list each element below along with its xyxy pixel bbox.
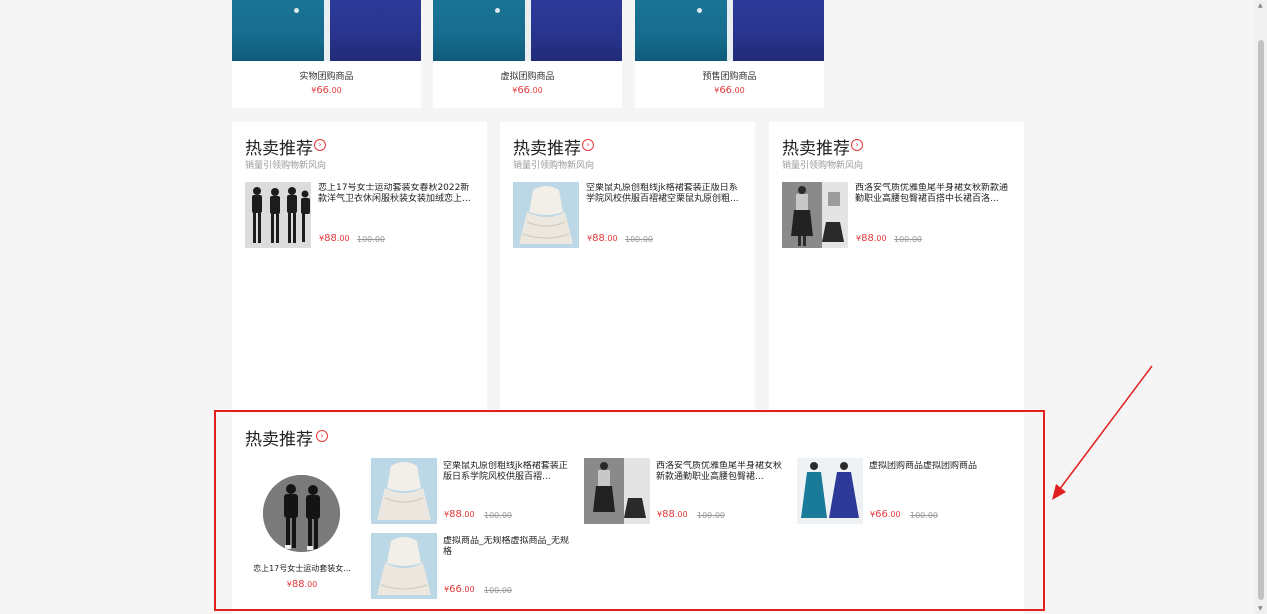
product-card[interactable]: 实物团购商品 ¥66.00 xyxy=(232,0,421,108)
product-name[interactable]: 空栗鼠丸原创粗线jk格裙套装正版日系学院风校供服百褶裙空栗鼠丸原创粗... xyxy=(586,183,746,205)
hot-sale-panel: 热卖推荐 › 销量引领购物新风向 西洛安气质优雅鱼尾半身裙女秋新款通勤职业高腰包… xyxy=(769,122,1024,412)
chevron-right-circle-icon[interactable]: › xyxy=(316,430,328,442)
section-subtitle: 销量引领购物新风向 xyxy=(245,161,327,171)
product-image[interactable] xyxy=(513,182,579,248)
scroll-up-icon[interactable]: ▲ xyxy=(1258,2,1263,9)
product-name[interactable]: 恋上17号女士运动套装女春秋2022新款洋气卫衣休闲服秋装女装加绒恋上... xyxy=(318,183,478,205)
product-image[interactable] xyxy=(245,182,311,248)
original-price: 100.00 xyxy=(484,586,512,595)
original-price: 100.00 xyxy=(625,235,653,244)
product-price: ¥66.00 xyxy=(311,85,342,96)
product-image[interactable] xyxy=(782,182,848,248)
original-price: 100.00 xyxy=(357,235,385,244)
vertical-scrollbar[interactable]: ▲ ▼ xyxy=(1255,0,1267,614)
product-name[interactable]: 实物团购商品 xyxy=(232,69,421,82)
section-title: 热卖推荐 xyxy=(245,139,313,159)
product-price: ¥88.00 xyxy=(657,509,688,520)
original-price: 100.00 xyxy=(894,235,922,244)
product-image[interactable] xyxy=(232,0,421,61)
annotation-arrow-icon xyxy=(1052,365,1153,500)
featured-product-image[interactable] xyxy=(263,475,340,552)
product-image[interactable] xyxy=(635,0,824,61)
featured-product-name[interactable]: 恋上17号女士运动套装女... xyxy=(247,563,357,574)
list-item[interactable]: 西洛安气质优雅鱼尾半身裙女秋新款通勤职业高腰包臀裙... ¥88.00 100.… xyxy=(584,458,794,524)
product-image[interactable] xyxy=(433,0,622,61)
product-name[interactable]: 预售团购商品 xyxy=(635,69,824,82)
product-name[interactable]: 西洛安气质优雅鱼尾半身裙女秋新款通勤职业高腰包臀裙... xyxy=(656,461,788,483)
product-name[interactable]: 虚拟团购商品虚拟团购商品 xyxy=(869,461,1001,483)
scroll-down-icon[interactable]: ▼ xyxy=(1258,605,1263,612)
product-price: ¥88.00 xyxy=(319,233,350,244)
product-image[interactable] xyxy=(371,533,437,599)
original-price: 100.00 xyxy=(484,511,512,520)
list-item[interactable]: 虚拟商品_无规格虚拟商品_无规格 ¥66.00 100.00 xyxy=(371,533,581,599)
list-item[interactable]: 空栗鼠丸原创粗线jk格裙套装正版日系学院风校供服百褶... ¥88.00 100… xyxy=(371,458,581,524)
section-title: 热卖推荐 xyxy=(782,139,850,159)
featured-product-price: ¥88.00 xyxy=(286,579,318,590)
product-price: ¥88.00 xyxy=(444,509,475,520)
original-price: 100.00 xyxy=(697,511,725,520)
section-title: 热卖推荐 xyxy=(513,139,581,159)
product-price: ¥66.00 xyxy=(444,584,475,595)
chevron-right-circle-icon[interactable]: › xyxy=(851,139,863,151)
original-price: 100.00 xyxy=(910,511,938,520)
list-item[interactable]: 虚拟团购商品虚拟团购商品 ¥66.00 100.00 xyxy=(797,458,1007,524)
product-price: ¥88.00 xyxy=(587,233,618,244)
product-price: ¥66.00 xyxy=(870,509,901,520)
scrollbar-thumb[interactable] xyxy=(1258,40,1264,600)
hot-sale-featured-section: 热卖推荐 › 恋上17号女士运动套装女... ¥88.00 空栗鼠丸原创粗线jk… xyxy=(232,413,1024,614)
product-image[interactable] xyxy=(371,458,437,524)
product-card[interactable]: 预售团购商品 ¥66.00 xyxy=(635,0,824,108)
section-title: 热卖推荐 xyxy=(245,430,313,450)
product-name[interactable]: 西洛安气质优雅鱼尾半身裙女秋新款通勤职业高腰包臀裙百搭中长裙百洛... xyxy=(855,183,1015,205)
product-price: ¥66.00 xyxy=(512,85,543,96)
product-image[interactable] xyxy=(797,458,863,524)
section-subtitle: 销量引领购物新风向 xyxy=(782,161,864,171)
product-name[interactable]: 虚拟团购商品 xyxy=(433,69,622,82)
hot-sale-panel: 热卖推荐 › 销量引领购物新风向 空栗鼠丸原创粗线jk格裙套装正版日系学院风校供… xyxy=(500,122,755,412)
product-price: ¥66.00 xyxy=(714,85,745,96)
product-card[interactable]: 虚拟团购商品 ¥66.00 xyxy=(433,0,622,108)
chevron-right-circle-icon[interactable]: › xyxy=(314,139,326,151)
product-image[interactable] xyxy=(584,458,650,524)
product-name[interactable]: 空栗鼠丸原创粗线jk格裙套装正版日系学院风校供服百褶... xyxy=(443,461,575,483)
section-subtitle: 销量引领购物新风向 xyxy=(513,161,595,171)
hot-sale-panel: 热卖推荐 › 销量引领购物新风向 恋上17号女士运动套装女春秋2022新款洋气卫… xyxy=(232,122,487,412)
product-name[interactable]: 虚拟商品_无规格虚拟商品_无规格 xyxy=(443,536,575,558)
chevron-right-circle-icon[interactable]: › xyxy=(582,139,594,151)
product-price: ¥88.00 xyxy=(856,233,887,244)
